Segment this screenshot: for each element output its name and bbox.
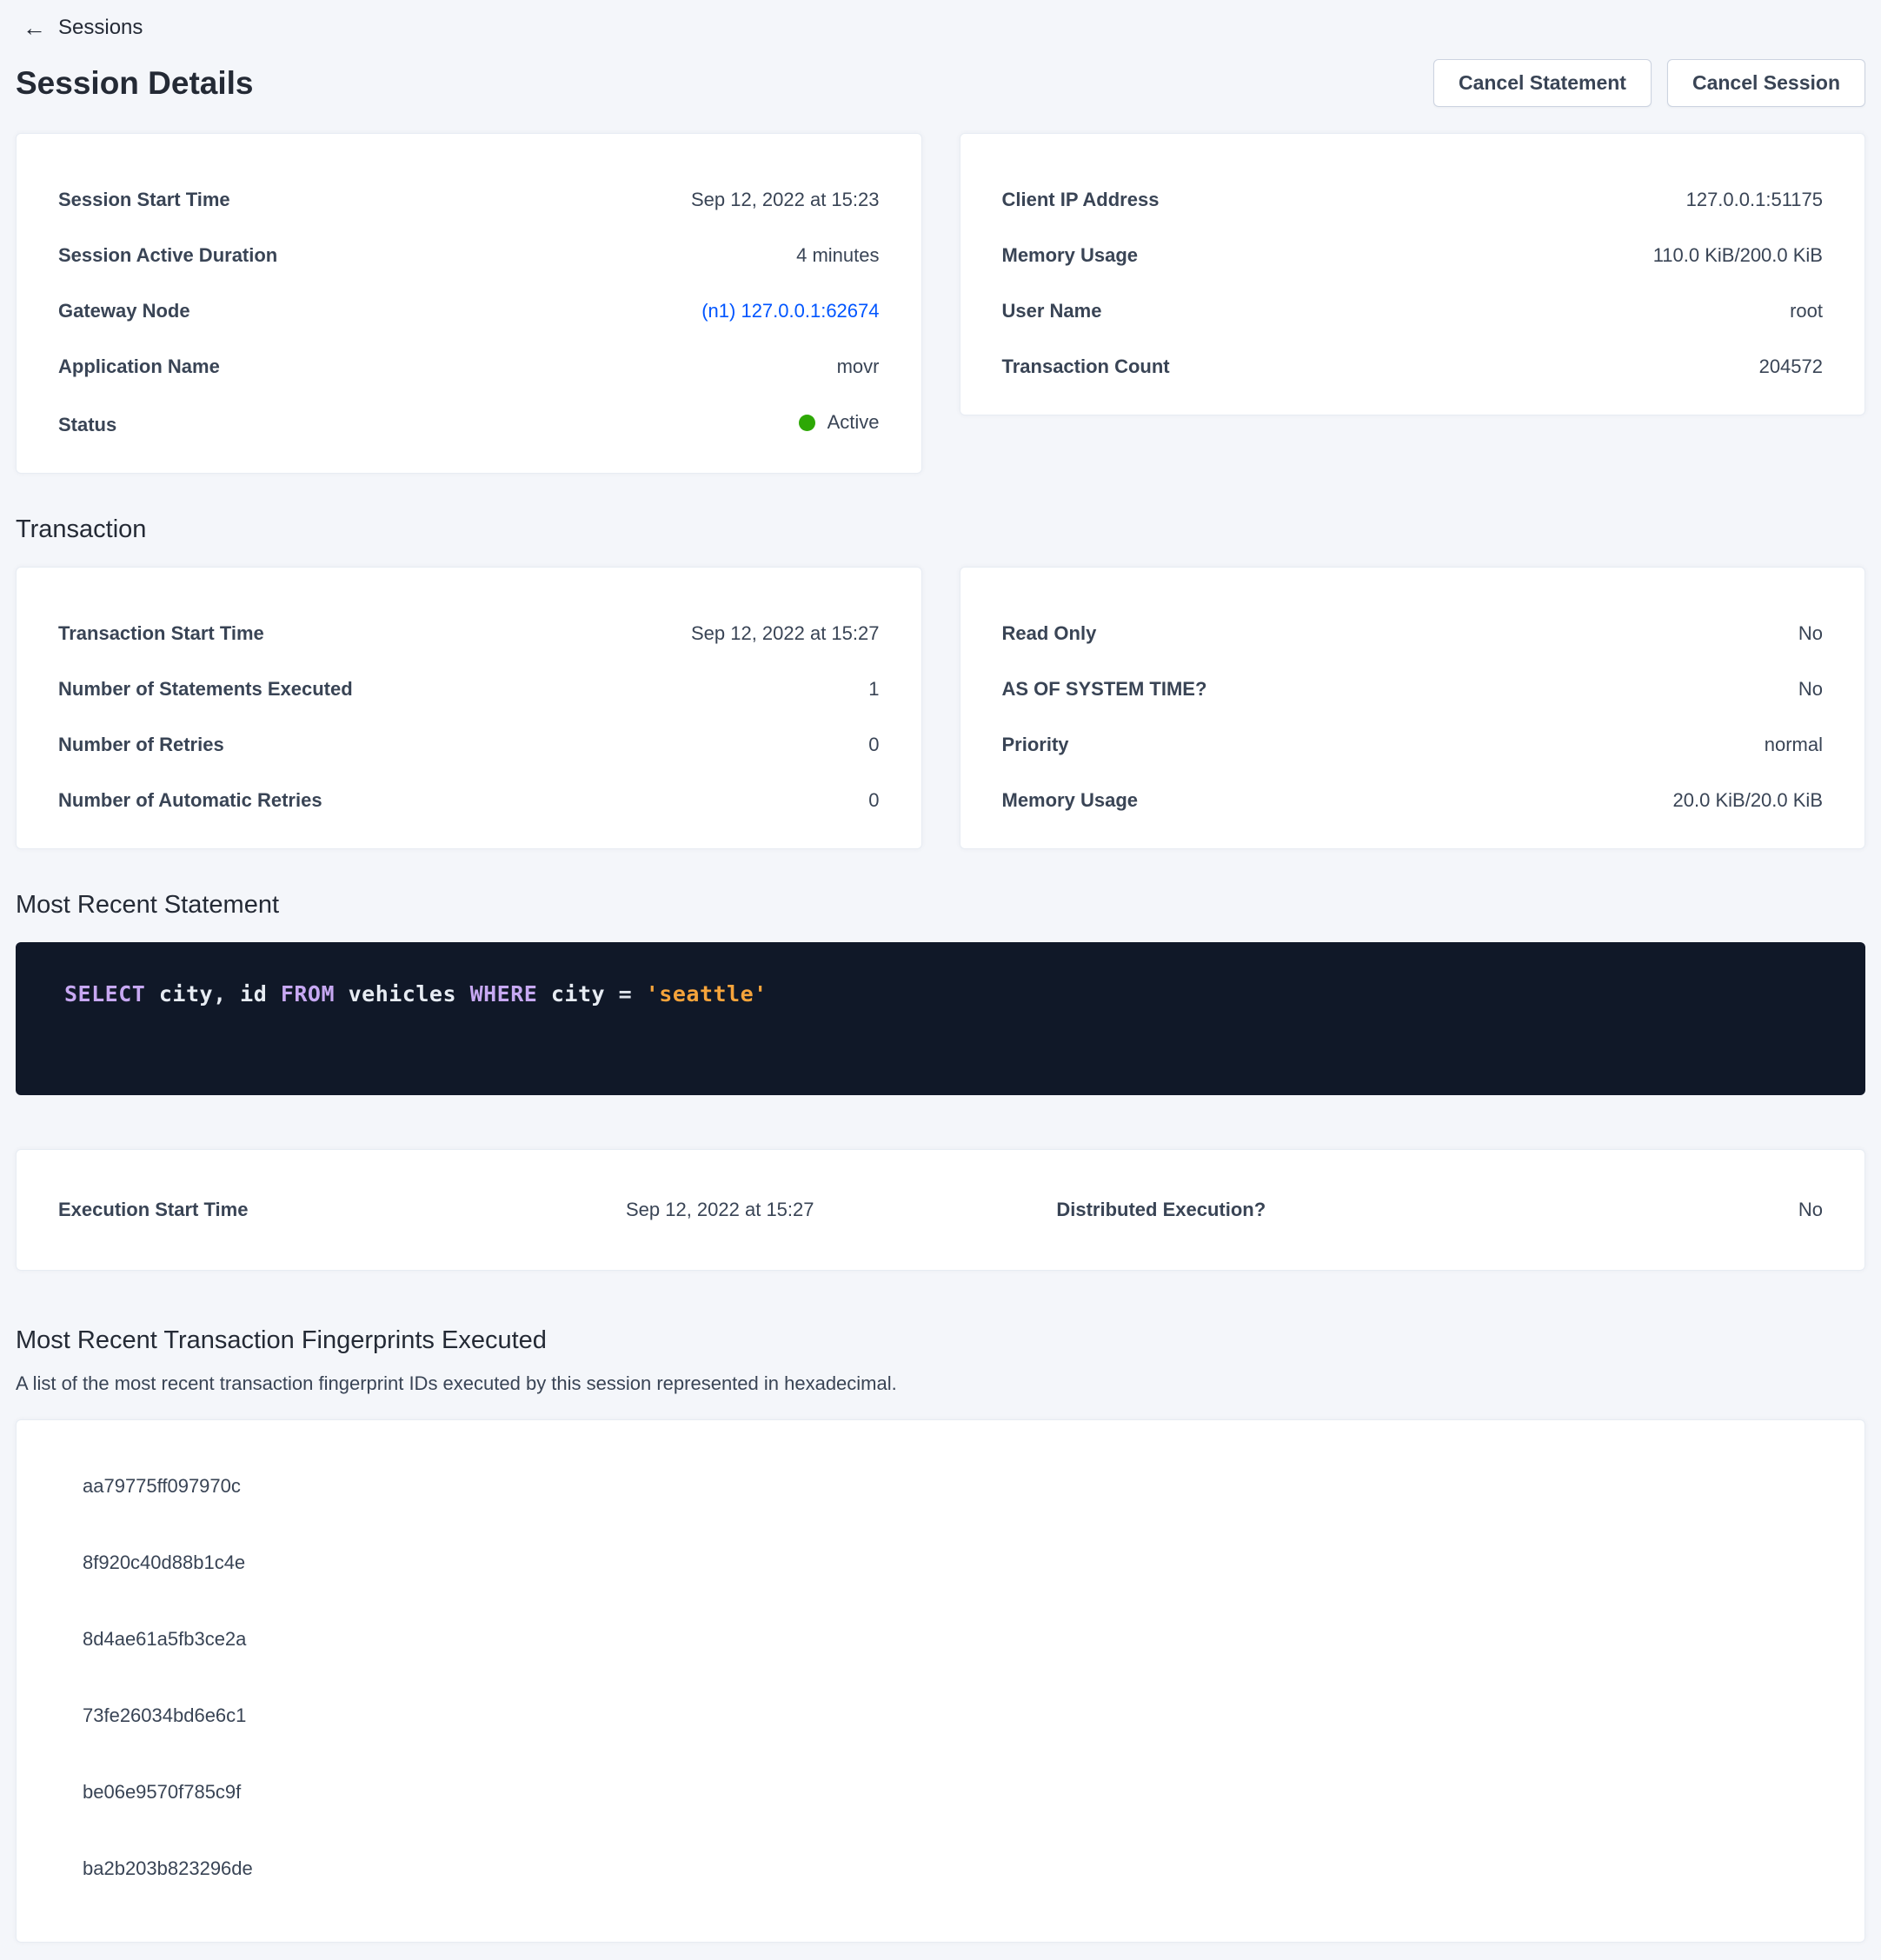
- row-value: root: [1790, 300, 1823, 322]
- sql-keyword: WHERE: [470, 981, 551, 1007]
- priority-row: Priority normal: [1002, 717, 1824, 773]
- page-title: Session Details: [16, 65, 254, 102]
- gateway-node-row: Gateway Node (n1) 127.0.0.1:62674: [58, 283, 880, 339]
- transaction-start-time-row: Transaction Start Time Sep 12, 2022 at 1…: [58, 606, 880, 661]
- cancel-session-button[interactable]: Cancel Session: [1667, 59, 1865, 107]
- row-label: Transaction Start Time: [58, 622, 264, 645]
- transaction-section-heading: Transaction: [16, 515, 1865, 544]
- user-name-row: User Name root: [1002, 283, 1824, 339]
- sql-operator: =: [619, 981, 646, 1007]
- row-label: Number of Automatic Retries: [58, 789, 322, 812]
- row-value: 1: [868, 678, 879, 701]
- session-active-duration-row: Session Active Duration 4 minutes: [58, 228, 880, 283]
- cancel-statement-button[interactable]: Cancel Statement: [1433, 59, 1652, 107]
- statements-executed-row: Number of Statements Executed 1: [58, 661, 880, 717]
- sql-string-literal: 'seattle': [646, 981, 768, 1007]
- sql-keyword: FROM: [281, 981, 349, 1007]
- row-label: Client IP Address: [1002, 189, 1160, 211]
- fingerprints-card: aa79775ff097970c 8f920c40d88b1c4e 8d4ae6…: [16, 1419, 1865, 1943]
- row-label: Number of Statements Executed: [58, 678, 353, 701]
- session-details-card-right: Client IP Address 127.0.0.1:51175 Memory…: [960, 133, 1866, 415]
- back-to-sessions-link[interactable]: ← Sessions: [16, 10, 143, 40]
- back-arrow-icon: ←: [23, 17, 46, 40]
- distributed-execution-value: No: [1382, 1199, 1824, 1221]
- row-value: 20.0 KiB/20.0 KiB: [1673, 789, 1823, 812]
- row-value: 204572: [1759, 355, 1823, 378]
- most-recent-statement-heading: Most Recent Statement: [16, 891, 1865, 920]
- row-value: 110.0 KiB/200.0 KiB: [1653, 244, 1823, 267]
- row-label: Memory Usage: [1002, 244, 1139, 267]
- session-start-time-row: Session Start Time Sep 12, 2022 at 15:23: [58, 172, 880, 228]
- row-label: User Name: [1002, 300, 1102, 322]
- row-label: Number of Retries: [58, 734, 224, 756]
- fingerprints-description: A list of the most recent transaction fi…: [16, 1372, 1865, 1395]
- transaction-summary-row: Transaction Start Time Sep 12, 2022 at 1…: [16, 567, 1865, 849]
- row-value: 4 minutes: [796, 244, 879, 267]
- transaction-card-right: Read Only No AS OF SYSTEM TIME? No Prior…: [960, 567, 1866, 849]
- retries-row: Number of Retries 0: [58, 717, 880, 773]
- fingerprints-section-heading: Most Recent Transaction Fingerprints Exe…: [16, 1326, 1865, 1355]
- row-label: Session Active Duration: [58, 244, 277, 267]
- execution-start-time-value: Sep 12, 2022 at 15:27: [500, 1199, 941, 1221]
- status-badge: Active: [828, 411, 880, 434]
- row-value: 0: [868, 734, 879, 756]
- page-header: Session Details Cancel Statement Cancel …: [16, 59, 1865, 107]
- fingerprint-list-item: aa79775ff097970c: [83, 1448, 1823, 1525]
- gateway-node-link[interactable]: (n1) 127.0.0.1:62674: [701, 300, 879, 322]
- row-value: 127.0.0.1:51175: [1686, 189, 1823, 211]
- row-label: Status: [58, 414, 116, 436]
- sql-identifier: city: [551, 981, 619, 1007]
- row-label: Gateway Node: [58, 300, 190, 322]
- distributed-execution-label: Distributed Execution?: [940, 1199, 1382, 1221]
- row-value: Sep 12, 2022 at 15:27: [691, 622, 880, 645]
- row-label: Memory Usage: [1002, 789, 1139, 812]
- row-label: Read Only: [1002, 622, 1097, 645]
- row-label: AS OF SYSTEM TIME?: [1002, 678, 1207, 701]
- fingerprint-list: aa79775ff097970c 8f920c40d88b1c4e 8d4ae6…: [83, 1448, 1823, 1907]
- fingerprint-list-item: be06e9570f785c9f: [83, 1754, 1823, 1830]
- execution-start-time-label: Execution Start Time: [58, 1199, 500, 1221]
- session-summary-row: Session Start Time Sep 12, 2022 at 15:23…: [16, 133, 1865, 474]
- sql-identifier: city, id: [159, 981, 281, 1007]
- fingerprint-list-item: 8f920c40d88b1c4e: [83, 1525, 1823, 1601]
- fingerprint-list-item: ba2b203b823296de: [83, 1830, 1823, 1907]
- row-label: Session Start Time: [58, 189, 230, 211]
- status-value: Active: [799, 411, 880, 434]
- automatic-retries-row: Number of Automatic Retries 0: [58, 773, 880, 828]
- sql-identifier: vehicles: [349, 981, 470, 1007]
- sql-statement-box: SELECT city, id FROM vehicles WHERE city…: [16, 942, 1865, 1096]
- row-label: Application Name: [58, 355, 220, 378]
- status-row: Status Active: [58, 395, 880, 453]
- row-value: movr: [837, 355, 880, 378]
- memory-usage-row: Memory Usage 110.0 KiB/200.0 KiB: [1002, 228, 1824, 283]
- row-label: Priority: [1002, 734, 1069, 756]
- row-label: Transaction Count: [1002, 355, 1170, 378]
- row-value: No: [1798, 678, 1823, 701]
- client-ip-row: Client IP Address 127.0.0.1:51175: [1002, 172, 1824, 228]
- fingerprint-list-item: 8d4ae61a5fb3ce2a: [83, 1601, 1823, 1678]
- as-of-system-time-row: AS OF SYSTEM TIME? No: [1002, 661, 1824, 717]
- transaction-count-row: Transaction Count 204572: [1002, 339, 1824, 395]
- sql-keyword: SELECT: [64, 981, 159, 1007]
- status-active-dot-icon: [799, 415, 815, 431]
- transaction-card-left: Transaction Start Time Sep 12, 2022 at 1…: [16, 567, 922, 849]
- row-value: 0: [868, 789, 879, 812]
- txn-memory-usage-row: Memory Usage 20.0 KiB/20.0 KiB: [1002, 773, 1824, 828]
- back-link-label: Sessions: [58, 16, 143, 40]
- header-actions: Cancel Statement Cancel Session: [1433, 59, 1865, 107]
- execution-summary-card: Execution Start Time Sep 12, 2022 at 15:…: [16, 1149, 1865, 1271]
- row-value: Sep 12, 2022 at 15:23: [691, 189, 880, 211]
- row-value: No: [1798, 622, 1823, 645]
- application-name-row: Application Name movr: [58, 339, 880, 395]
- row-value: normal: [1765, 734, 1823, 756]
- read-only-row: Read Only No: [1002, 606, 1824, 661]
- fingerprint-list-item: 73fe26034bd6e6c1: [83, 1678, 1823, 1754]
- session-details-card-left: Session Start Time Sep 12, 2022 at 15:23…: [16, 133, 922, 474]
